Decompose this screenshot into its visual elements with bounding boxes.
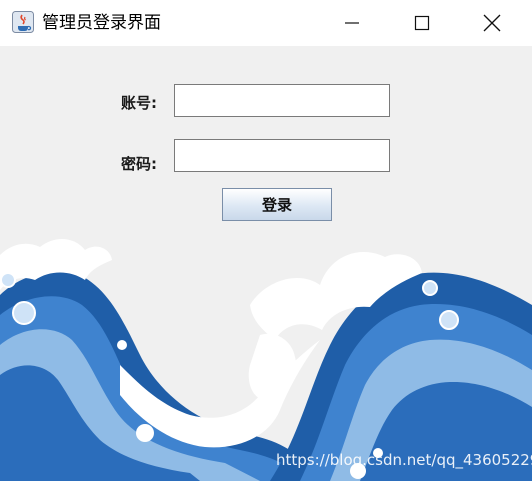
watermark-text: https://blog.csdn.net/qq_43605229 <box>276 451 532 469</box>
password-label: 密码: <box>121 155 157 173</box>
title-bar[interactable]: 管理员登录界面 <box>0 0 532 46</box>
maximize-icon <box>414 15 430 31</box>
account-label: 账号: <box>121 94 157 112</box>
minimize-icon <box>345 22 359 24</box>
maximize-button[interactable] <box>387 0 457 46</box>
account-input[interactable] <box>174 84 390 117</box>
minimize-button[interactable] <box>317 0 387 46</box>
window-title: 管理员登录界面 <box>42 13 161 33</box>
close-button[interactable] <box>457 0 527 46</box>
password-input[interactable] <box>174 139 390 172</box>
close-icon <box>483 14 501 32</box>
login-button[interactable]: 登录 <box>222 188 332 221</box>
login-window: 管理员登录界面 账号: 密码: 登录 https://blog.csdn.net… <box>0 0 532 481</box>
wave-background <box>0 239 532 481</box>
java-app-icon <box>12 11 34 33</box>
